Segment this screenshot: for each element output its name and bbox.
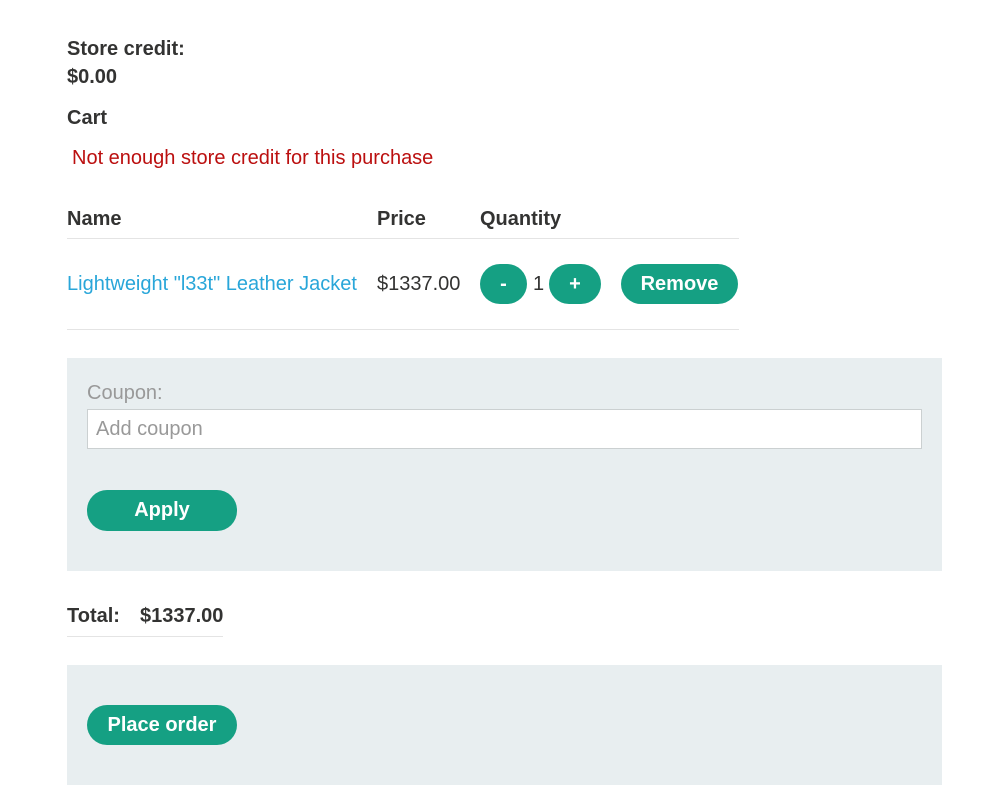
store-credit-label: Store credit: — [67, 38, 185, 60]
column-header-quantity: Quantity — [480, 208, 562, 230]
total-value: $1337.00 — [140, 605, 224, 627]
cart-heading: Cart — [67, 107, 108, 129]
total-label: Total: — [67, 605, 120, 627]
product-link[interactable]: Lightweight "l33t" Leather Jacket — [67, 273, 357, 295]
column-header-name: Name — [67, 208, 122, 230]
order-panel: Place order — [67, 665, 942, 785]
increase-quantity-button[interactable]: + — [549, 264, 601, 304]
total-divider — [67, 636, 223, 637]
store-credit-value: $0.00 — [67, 66, 118, 88]
coupon-input[interactable] — [87, 409, 922, 449]
decrease-quantity-button[interactable]: - — [480, 264, 527, 304]
table-divider — [67, 238, 739, 239]
remove-item-button[interactable]: Remove — [621, 264, 738, 304]
coupon-panel: Coupon: Apply — [67, 358, 942, 571]
apply-coupon-button[interactable]: Apply — [87, 490, 237, 531]
place-order-button[interactable]: Place order — [87, 705, 237, 745]
coupon-label: Coupon: — [87, 382, 163, 404]
column-header-price: Price — [377, 208, 426, 230]
product-price: $1337.00 — [377, 273, 461, 295]
table-divider — [67, 329, 739, 330]
error-message: Not enough store credit for this purchas… — [72, 147, 434, 169]
quantity-value: 1 — [533, 273, 545, 295]
